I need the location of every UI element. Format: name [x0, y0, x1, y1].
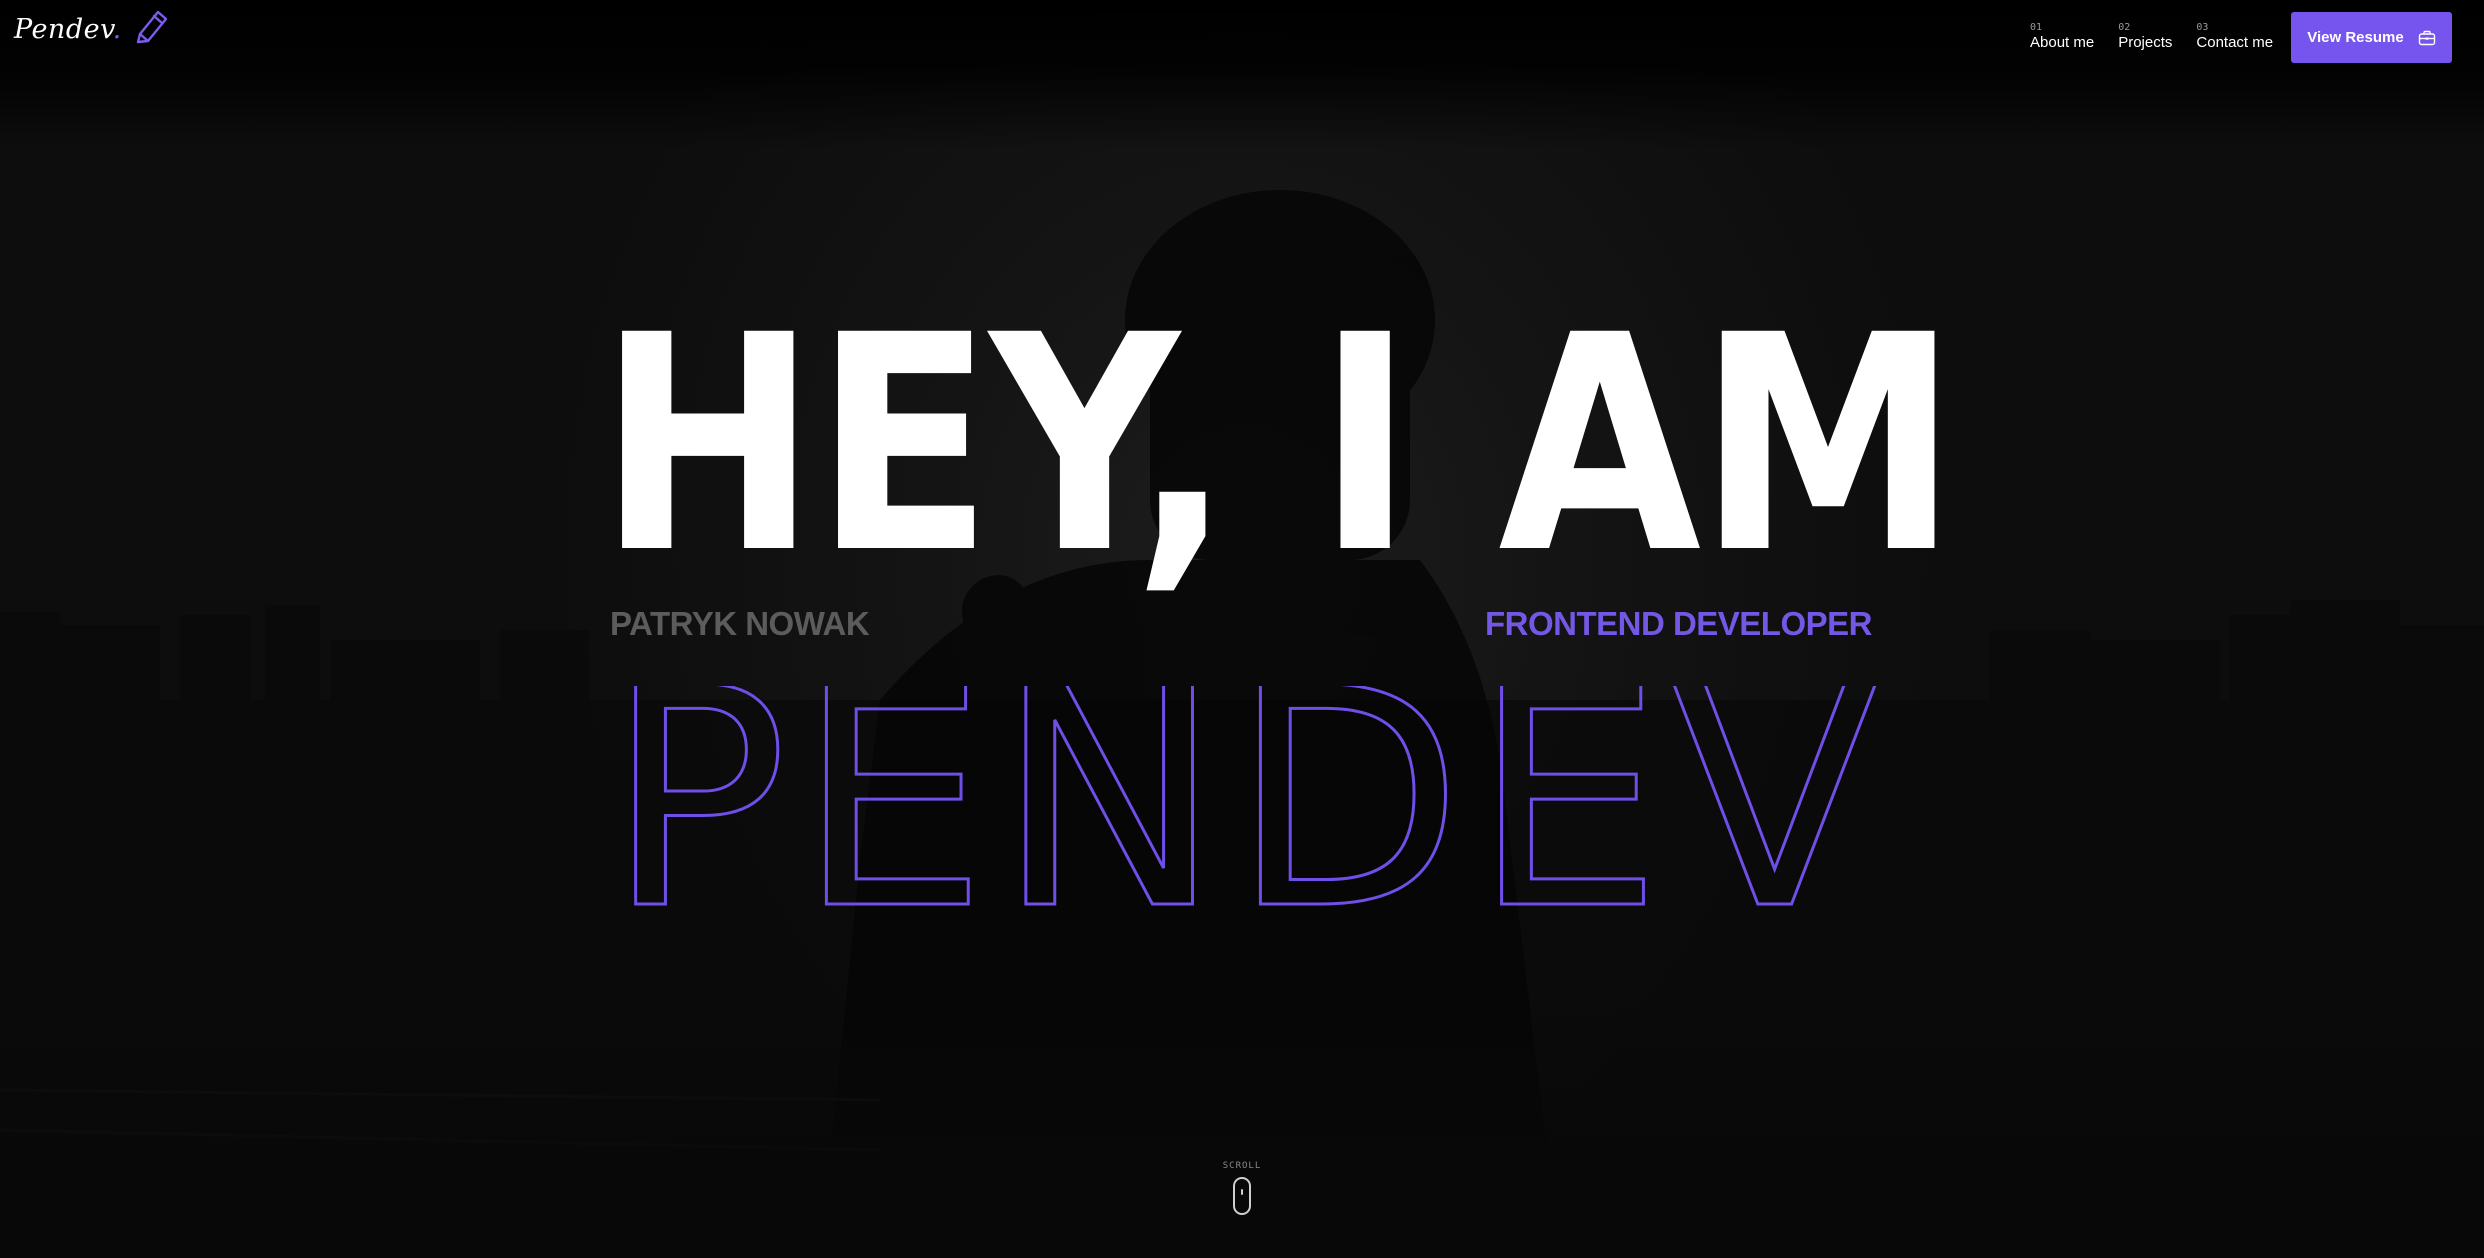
mouse-icon: [1233, 1177, 1251, 1215]
logo[interactable]: Pendev.: [14, 10, 172, 45]
nav-item-number: 01: [2030, 22, 2043, 33]
nav-item-label: About me: [2030, 34, 2095, 51]
hero-name: PATRYK NOWAK: [610, 605, 870, 642]
mouse-wheel: [1241, 1189, 1243, 1195]
hero-title: HEY, I AM: [598, 272, 1959, 619]
nav-item-label: Projects: [2118, 34, 2173, 51]
nav-item-number: 03: [2196, 22, 2209, 33]
scroll-indicator[interactable]: SCROLL: [1220, 1161, 1264, 1215]
pencil-icon: [136, 10, 167, 43]
main-nav: 01 About me 02 Projects 03 Contact me: [2030, 22, 2273, 53]
outline-brand-word: PENDEV: [606, 686, 1881, 912]
nav-item-about[interactable]: 01 About me: [2030, 22, 2094, 53]
scroll-label: SCROLL: [1222, 1161, 1262, 1171]
bottom-fade: [0, 998, 2484, 1258]
nav-item-projects[interactable]: 02 Projects: [2118, 22, 2172, 53]
nav-item-number: 02: [2118, 22, 2131, 33]
hero-page: Pendev. 01 About me 02 Projects 03 Conta…: [0, 0, 2484, 1258]
view-resume-label: View Resume: [2307, 29, 2404, 46]
briefcase-icon: [2418, 30, 2435, 45]
logo-text: Pendev.: [14, 14, 122, 45]
hero-role: FRONTEND DEVELOPER: [1484, 605, 1873, 642]
view-resume-button[interactable]: View Resume: [2291, 12, 2452, 63]
nav-item-label: Contact me: [2196, 34, 2274, 51]
nav-item-contact[interactable]: 03 Contact me: [2196, 22, 2273, 53]
outline-brand-word-text: PENDEV: [606, 686, 1879, 912]
